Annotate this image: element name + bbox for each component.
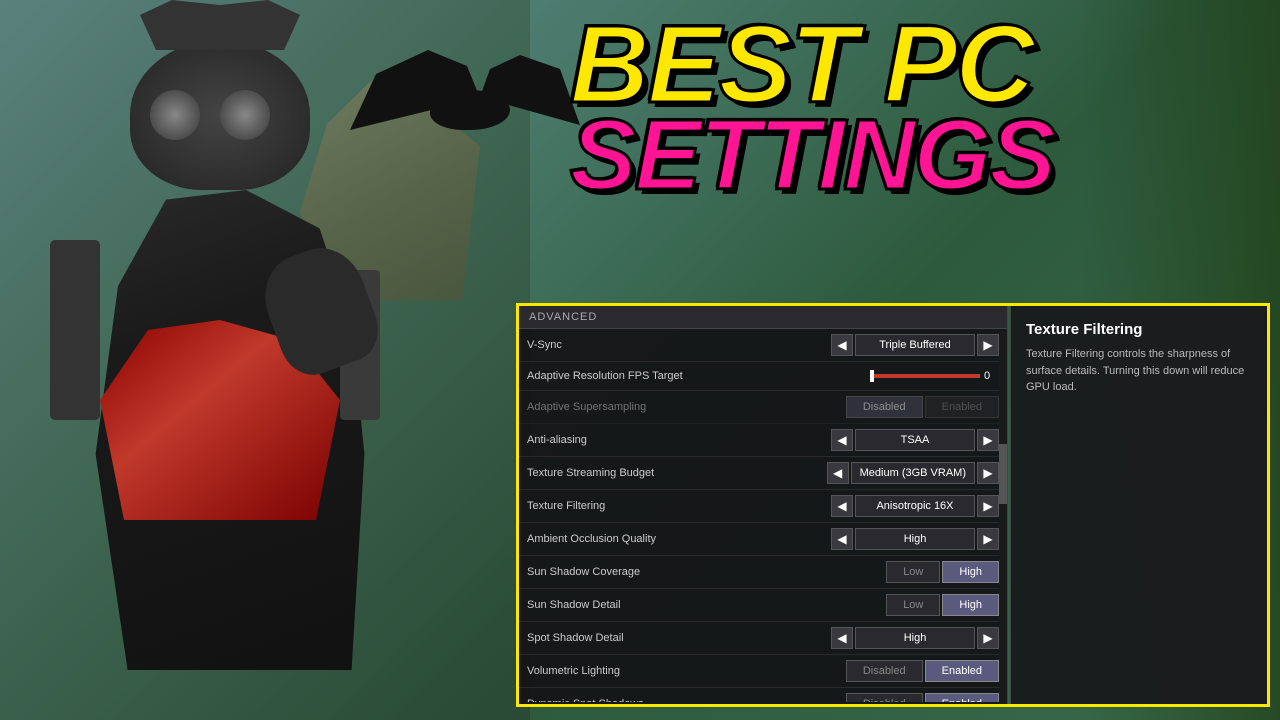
setting-label: Sun Shadow Coverage xyxy=(527,566,886,578)
setting-row: Texture Streaming Budget◀Medium (3GB VRA… xyxy=(519,457,1007,490)
setting-control[interactable]: ◀High▶ xyxy=(831,528,999,550)
toggle-btn-2[interactable]: Enabled xyxy=(925,660,999,682)
value-display: High xyxy=(855,627,975,649)
scroll-indicator xyxy=(999,331,1007,705)
setting-label: Anti-aliasing xyxy=(527,434,831,446)
setting-label: Ambient Occlusion Quality xyxy=(527,533,831,545)
toggle-btn-2[interactable]: Enabled xyxy=(925,693,999,702)
toggle-group[interactable]: LowHigh xyxy=(886,561,999,583)
setting-label: Dynamic Spot Shadows xyxy=(527,698,846,702)
setting-control[interactable]: DisabledEnabled xyxy=(846,396,999,418)
toggle-btn-1[interactable]: Disabled xyxy=(846,660,923,682)
setting-row: Sun Shadow CoverageLowHigh xyxy=(519,556,1007,589)
arrow-left-btn[interactable]: ◀ xyxy=(831,627,853,649)
setting-row: Spot Shadow Detail◀High▶ xyxy=(519,622,1007,655)
setting-control[interactable]: ◀Anisotropic 16X▶ xyxy=(831,495,999,517)
arrow-right-btn[interactable]: ▶ xyxy=(977,462,999,484)
value-display: Triple Buffered xyxy=(855,334,975,356)
value-display: Anisotropic 16X xyxy=(855,495,975,517)
slider-thumb[interactable] xyxy=(870,370,874,382)
toggle-btn-2[interactable]: High xyxy=(942,594,999,616)
info-desc: Texture Filtering controls the sharpness… xyxy=(1026,346,1252,396)
setting-label: Texture Streaming Budget xyxy=(527,467,827,479)
toggle-btn-1[interactable]: Low xyxy=(886,594,940,616)
setting-row: Sun Shadow DetailLowHigh xyxy=(519,589,1007,622)
value-display: High xyxy=(855,528,975,550)
slider-track[interactable] xyxy=(870,374,980,378)
toggle-btn-1[interactable]: Low xyxy=(886,561,940,583)
setting-row: Adaptive SupersamplingDisabledEnabled xyxy=(519,391,1007,424)
setting-control[interactable]: LowHigh xyxy=(886,561,999,583)
setting-control[interactable]: LowHigh xyxy=(886,594,999,616)
setting-label: Spot Shadow Detail xyxy=(527,632,831,644)
toggle-group[interactable]: DisabledEnabled xyxy=(846,660,999,682)
arrow-right-btn[interactable]: ▶ xyxy=(977,627,999,649)
title-overlay: BEST PC SETTINGS xyxy=(570,10,1054,205)
toggle-btn-1[interactable]: Disabled xyxy=(846,693,923,702)
scroll-thumb[interactable] xyxy=(999,444,1007,504)
setting-row: V-Sync◀Triple Buffered▶ xyxy=(519,329,1007,362)
slider-value: 0 xyxy=(984,370,999,382)
arrow-left-btn[interactable]: ◀ xyxy=(827,462,849,484)
settings-panel: ADVANCED V-Sync◀Triple Buffered▶Adaptive… xyxy=(518,305,1008,705)
arrow-right-btn[interactable]: ▶ xyxy=(977,495,999,517)
setting-row: Dynamic Spot ShadowsDisabledEnabled xyxy=(519,688,1007,702)
toggle-group[interactable]: DisabledEnabled xyxy=(846,693,999,702)
arrow-right-btn[interactable]: ▶ xyxy=(977,429,999,451)
setting-label: Texture Filtering xyxy=(527,500,831,512)
setting-control[interactable]: 0 xyxy=(870,370,999,382)
setting-label: Sun Shadow Detail xyxy=(527,599,886,611)
setting-row: Adaptive Resolution FPS Target 0 xyxy=(519,362,1007,391)
setting-row: Anti-aliasing◀TSAA▶ xyxy=(519,424,1007,457)
settings-list[interactable]: V-Sync◀Triple Buffered▶Adaptive Resoluti… xyxy=(519,329,1007,702)
toggle-group[interactable]: DisabledEnabled xyxy=(846,396,999,418)
setting-control[interactable]: DisabledEnabled xyxy=(846,693,999,702)
arrow-right-btn[interactable]: ▶ xyxy=(977,528,999,550)
arrow-left-btn[interactable]: ◀ xyxy=(831,495,853,517)
setting-row: Ambient Occlusion Quality◀High▶ xyxy=(519,523,1007,556)
title-line2: SETTINGS xyxy=(570,105,1054,205)
setting-control[interactable]: DisabledEnabled xyxy=(846,660,999,682)
setting-control[interactable]: ◀Medium (3GB VRAM)▶ xyxy=(827,462,999,484)
toggle-btn-2[interactable]: Enabled xyxy=(925,396,999,418)
value-display: Medium (3GB VRAM) xyxy=(851,462,975,484)
setting-row: Volumetric LightingDisabledEnabled xyxy=(519,655,1007,688)
arrow-left-btn[interactable]: ◀ xyxy=(831,528,853,550)
setting-control[interactable]: ◀TSAA▶ xyxy=(831,429,999,451)
setting-label: Volumetric Lighting xyxy=(527,665,846,677)
arrow-left-btn[interactable]: ◀ xyxy=(831,334,853,356)
setting-control[interactable]: ◀Triple Buffered▶ xyxy=(831,334,999,356)
info-title: Texture Filtering xyxy=(1026,321,1252,338)
toggle-btn-2[interactable]: High xyxy=(942,561,999,583)
slider-container[interactable]: 0 xyxy=(870,370,999,382)
setting-label: Adaptive Supersampling xyxy=(527,401,846,413)
info-panel: Texture Filtering Texture Filtering cont… xyxy=(1010,305,1268,705)
setting-label: Adaptive Resolution FPS Target xyxy=(527,370,870,382)
arrow-right-btn[interactable]: ▶ xyxy=(977,334,999,356)
toggle-btn-1[interactable]: Disabled xyxy=(846,396,923,418)
toggle-group[interactable]: LowHigh xyxy=(886,594,999,616)
setting-label: V-Sync xyxy=(527,339,831,351)
value-display: TSAA xyxy=(855,429,975,451)
setting-control[interactable]: ◀High▶ xyxy=(831,627,999,649)
panel-header: ADVANCED xyxy=(519,306,1007,329)
setting-row: Texture Filtering◀Anisotropic 16X▶ xyxy=(519,490,1007,523)
bird xyxy=(350,30,570,190)
bird-head xyxy=(425,80,455,108)
arrow-left-btn[interactable]: ◀ xyxy=(831,429,853,451)
